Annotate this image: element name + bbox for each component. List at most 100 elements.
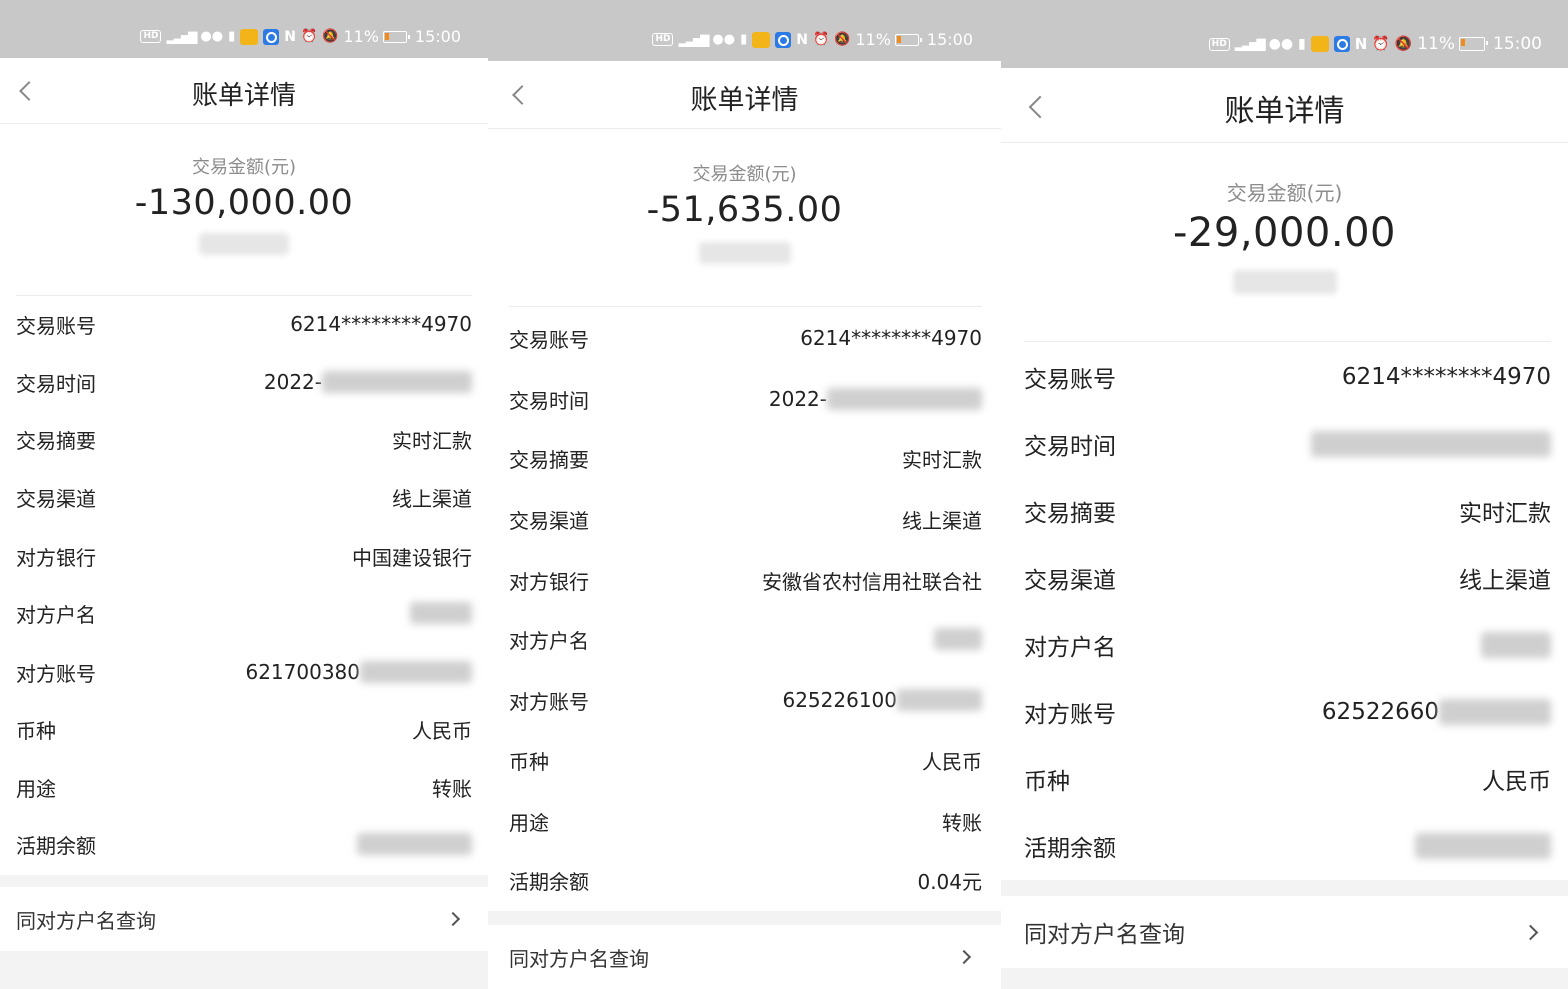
row-value: 2022- <box>264 370 472 394</box>
detail-row: 交易渠道 线上渠道 <box>509 504 982 534</box>
signal-icon: ▂▃▅▇ <box>1234 37 1266 51</box>
search-app-icon <box>1333 36 1350 52</box>
row-value-text: 线上渠道 <box>392 486 472 511</box>
row-value: 转账 <box>432 773 472 802</box>
row-value: 621700380 <box>245 660 472 684</box>
divider <box>1024 341 1551 342</box>
row-value-text: 实时汇款 <box>902 447 982 472</box>
detail-row: 对方银行 中国建设银行 <box>16 541 472 571</box>
row-label: 对方账号 <box>509 689 589 714</box>
detail-row: 交易时间 2022- <box>509 384 982 414</box>
detail-row: 用途 转账 <box>16 772 472 802</box>
row-label: 交易渠道 <box>509 508 589 533</box>
row-value <box>1311 431 1551 457</box>
blurred-value <box>1415 833 1551 859</box>
blurred-value <box>1311 431 1551 457</box>
row-label: 活期余额 <box>509 869 589 894</box>
detail-row: 对方账号 62522660 <box>1024 695 1551 729</box>
row-value: 62522660 <box>1322 699 1551 725</box>
row-value-text: 实时汇款 <box>392 428 472 453</box>
blurred-value <box>897 689 982 711</box>
nav-header: 账单详情 <box>488 61 1001 129</box>
search-app-icon <box>263 28 280 45</box>
link-label: 同对方户名查询 <box>509 946 649 971</box>
row-value <box>410 602 472 624</box>
detail-row: 对方账号 625226100 <box>509 685 982 715</box>
amount-label: 交易金额(元) <box>1226 181 1343 205</box>
amount-value: -29,000.00 <box>1172 210 1396 256</box>
status-time: 15:00 <box>414 27 461 46</box>
chevron-right-icon <box>445 911 461 927</box>
row-value-text: 621700380 <box>245 660 360 684</box>
same-payee-query-link[interactable]: 同对方户名查询 <box>0 887 488 951</box>
wechat-icon: ●● <box>200 29 224 44</box>
row-value: 转账 <box>942 807 982 836</box>
row-value-text: 人民币 <box>412 718 472 743</box>
row-value: 0.04元 <box>917 866 982 895</box>
row-value: 人民币 <box>1482 762 1551 796</box>
blurred-value <box>360 661 472 683</box>
detail-row: 币种 人民币 <box>1024 762 1551 796</box>
amount-block: 交易金额(元) -130,000.00 <box>0 153 488 259</box>
bottom-gap <box>0 951 488 989</box>
wechat-icon: ●● <box>1268 36 1294 52</box>
section-gap <box>1001 880 1568 896</box>
bottom-gap <box>1001 968 1568 989</box>
row-value: 实时汇款 <box>902 444 982 473</box>
row-value: 6214********4970 <box>1342 364 1551 390</box>
page-title: 账单详情 <box>690 85 799 116</box>
detail-row: 活期余额 <box>1024 829 1551 863</box>
amount-sub-blurred <box>1001 270 1568 298</box>
link-label: 同对方户名查询 <box>16 908 156 933</box>
row-label: 币种 <box>509 749 549 774</box>
detail-row: 交易账号 6214********4970 <box>1024 360 1551 394</box>
battery-icon <box>894 33 922 46</box>
amount-value: -130,000.00 <box>134 183 354 223</box>
status-bar: HD ▂▃▅▇ ●● ▮ N ⏰ 🔕 11% 15:00 <box>1001 0 1568 68</box>
row-value-text: 转账 <box>942 810 982 835</box>
blurred-value <box>1439 699 1551 725</box>
mute-icon: 🔕 <box>834 32 851 47</box>
row-value-text: 安徽省农村信用社联合社 <box>762 569 982 594</box>
status-time: 15:00 <box>926 30 973 49</box>
chevron-right-icon <box>956 949 972 965</box>
row-value: 实时汇款 <box>392 425 472 454</box>
row-label: 对方银行 <box>16 545 96 570</box>
row-value-text: 中国建设银行 <box>352 545 472 570</box>
row-value-text: 人民币 <box>1482 769 1551 795</box>
amount-sub-blurred <box>0 233 488 259</box>
blurred-value <box>322 371 472 393</box>
bill-detail-screen-1: HD ▂▃▅▇ ●● ▮ N ⏰ 🔕 11% 15:00 账单详情 交易金额(元… <box>0 0 488 989</box>
search-app-icon <box>775 31 792 48</box>
row-label: 交易摘要 <box>16 428 96 453</box>
battery-icon <box>1459 37 1488 51</box>
section-gap <box>0 875 488 887</box>
nav-header: 账单详情 <box>1001 68 1568 143</box>
row-value <box>357 833 472 855</box>
amount-label: 交易金额(元) <box>692 164 797 185</box>
row-label: 交易账号 <box>1024 367 1116 393</box>
row-value: 6214********4970 <box>800 326 982 350</box>
battery-percent: 11% <box>855 30 891 49</box>
nfc-icon: N <box>284 28 296 45</box>
sim-icon: ▮ <box>1298 36 1306 52</box>
same-payee-query-link[interactable]: 同对方户名查询 <box>1001 896 1568 968</box>
detail-row: 活期余额 <box>16 829 472 859</box>
alarm-icon: ⏰ <box>812 32 830 47</box>
row-label: 交易时间 <box>509 388 589 413</box>
row-label: 交易账号 <box>509 327 589 352</box>
divider <box>16 295 472 296</box>
detail-row: 币种 人民币 <box>16 714 472 744</box>
row-value-text: 62522660 <box>1321 699 1439 725</box>
link-label: 同对方户名查询 <box>1024 922 1185 948</box>
row-label: 用途 <box>16 776 56 801</box>
bill-detail-screen-3: HD ▂▃▅▇ ●● ▮ N ⏰ 🔕 11% 15:00 账单详情 交易金额(元… <box>1001 0 1568 989</box>
detail-row: 交易摘要 实时汇款 <box>1024 494 1551 528</box>
battery-icon <box>382 30 410 43</box>
detail-row: 交易摘要 实时汇款 <box>509 443 982 473</box>
page-title: 账单详情 <box>191 81 296 111</box>
same-payee-query-link[interactable]: 同对方户名查询 <box>488 925 1001 989</box>
row-value-text: 6214********4970 <box>1341 364 1551 390</box>
blurred-value <box>357 833 472 855</box>
row-value-text: 人民币 <box>922 749 982 774</box>
